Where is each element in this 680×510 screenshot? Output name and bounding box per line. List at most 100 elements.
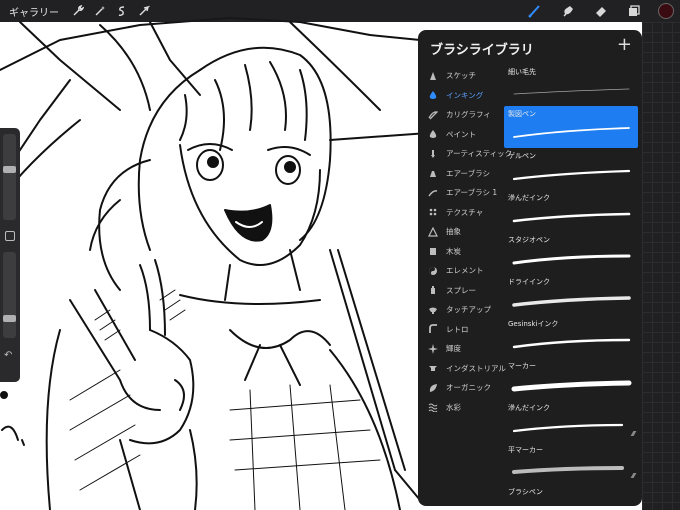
sparkle-icon [428, 343, 438, 354]
brush-stroke-preview [512, 466, 624, 474]
layers-icon[interactable] [617, 0, 650, 22]
brush-category-label: 輝度 [446, 344, 461, 354]
wave-icon [428, 402, 438, 413]
brush-item[interactable]: 平マーカー [504, 442, 638, 484]
brush-library-title: ブラシライブラリ [430, 43, 534, 58]
brush-item[interactable]: 滲んだインク [504, 190, 638, 232]
brush-category-list: スケッチインキングカリグラフィ ペイントアーティスティック エアーブラシ エアーブラシ… [418, 66, 512, 418]
charcoal-icon [428, 246, 438, 256]
brush-category-item[interactable]: エアーブラシ 1 [418, 183, 504, 203]
top-toolbar: ギャラリー [0, 0, 680, 22]
brush-category-item[interactable]: タッチアップ [418, 300, 504, 320]
anvil-icon [428, 363, 438, 373]
wrench-icon[interactable] [67, 0, 89, 22]
brush-category-label: レトロ [446, 324, 469, 334]
brush-stroke-preview [512, 296, 631, 307]
brush-item[interactable]: マーカー [504, 358, 638, 400]
leaf-icon [428, 383, 438, 393]
undo-icon[interactable]: ↶ [4, 350, 12, 361]
brush-category-label: エレメント [446, 266, 484, 276]
selection-icon[interactable] [111, 0, 133, 22]
brush-item[interactable]: ゲルペン [504, 148, 638, 190]
brush-size-thumb[interactable] [3, 165, 16, 173]
brush-size-slider[interactable] [3, 134, 16, 220]
brush-item[interactable]: スタジオペン [504, 232, 638, 274]
brush-category-label: スケッチ [446, 71, 476, 81]
brush-category-item[interactable]: 抽象 [418, 222, 504, 242]
brush-stroke-preview [512, 338, 631, 349]
airbrush-icon [428, 168, 438, 178]
brush-category-item[interactable]: 輝度 [418, 339, 504, 359]
brush-item[interactable]: 滲んだインク [504, 400, 638, 442]
brush-item[interactable]: 細い毛先 [504, 64, 638, 106]
brush-category-label: 抽象 [446, 227, 461, 237]
brush-item[interactable]: 製図ペン [504, 106, 638, 148]
brush-category-item[interactable]: レトロ [418, 320, 504, 340]
brush-category-item[interactable]: エアーブラシ [418, 164, 504, 184]
brush-category-label: インキング [446, 90, 484, 100]
brush-category-item[interactable]: スケッチ [418, 66, 504, 86]
brush-stroke-preview [512, 254, 631, 265]
brush-stroke-preview [512, 169, 631, 181]
brush-list: 細い毛先 製図ペン ゲルペン 滲んだインク スタジオペン ドライインク Gesinskiイン… [504, 64, 638, 506]
brush-category-label: エアーブラシ [446, 168, 490, 178]
brush-item[interactable]: Gesinskiインク [504, 316, 638, 358]
calligraphy-icon [428, 110, 438, 120]
gallery-button[interactable]: ギャラリー [9, 4, 59, 19]
brush-category-item[interactable]: エレメント [418, 261, 504, 281]
brush-category-item[interactable]: アーティスティック [418, 144, 512, 164]
magic-wand-icon[interactable] [89, 0, 111, 22]
retro-icon [428, 324, 438, 334]
right-tools [518, 0, 680, 22]
spray-can-icon [428, 285, 438, 295]
brush-item[interactable]: ブラシペン [504, 484, 638, 506]
brush-category-item[interactable]: ペイント [418, 125, 504, 145]
brush-stroke-preview [512, 212, 631, 223]
brush-stroke-preview [513, 127, 630, 138]
canvas-grid-edge [642, 22, 680, 510]
brush-stroke-preview [511, 380, 632, 392]
brush-item[interactable]: ドライインク [504, 274, 638, 316]
yin-yang-icon [428, 266, 438, 276]
brush-category-label: テクスチャ [446, 207, 484, 217]
current-color-swatch[interactable] [658, 3, 674, 19]
brush-category-item[interactable]: 水彩 [418, 398, 504, 418]
brush-category-item[interactable]: テクスチャ [418, 203, 504, 223]
transform-arrow-icon[interactable] [133, 0, 155, 22]
touchup-icon [428, 305, 438, 315]
brush-category-item[interactable]: スプレー [418, 281, 504, 301]
brush-category-item[interactable]: カリグラフィ [418, 105, 504, 125]
triangle-icon [428, 226, 438, 237]
smudge-icon[interactable] [551, 0, 584, 22]
opacity-slider[interactable] [3, 252, 16, 338]
ink-drop-icon [428, 90, 438, 100]
eraser-icon[interactable] [584, 0, 617, 22]
brush-icon[interactable] [518, 0, 551, 22]
brush-category-label: カリグラフィ [446, 110, 491, 120]
brush-category-item[interactable]: 木炭 [418, 242, 504, 262]
paint-drop-icon [428, 129, 438, 139]
brush-category-label: タッチアップ [446, 305, 491, 315]
opacity-thumb[interactable] [3, 315, 16, 323]
stroke-icon [428, 188, 438, 198]
brush-category-label: インダストリアル [446, 363, 506, 373]
brush-category-item[interactable]: インキング [418, 86, 504, 106]
brush-library-panel: ブラシライブラリ + スケッチインキングカリグラフィ ペイントアーティスティックエ… [418, 30, 642, 506]
texture-icon [428, 207, 438, 217]
brush-stroke-preview [504, 484, 638, 506]
brush-category-label: ペイント [446, 129, 476, 139]
brush-stroke-preview [513, 88, 630, 95]
pencil-tip-icon [428, 71, 438, 81]
brush-category-label: アーティスティック [446, 149, 513, 159]
add-brush-button[interactable]: + [617, 34, 632, 55]
brush-stroke-preview [512, 423, 624, 433]
brush-category-label: オーガニック [446, 383, 491, 393]
brush-category-item[interactable]: インダストリアル [418, 359, 506, 379]
brush-tip-icon [428, 149, 438, 159]
brush-category-label: 木炭 [446, 246, 461, 256]
left-sidebar: ↶ [0, 128, 20, 382]
brush-category-item[interactable]: オーガニック [418, 378, 504, 398]
brush-category-label: 水彩 [446, 402, 461, 412]
brush-category-label: エアーブラシ 1 [446, 188, 498, 198]
modify-square-icon[interactable] [5, 231, 15, 241]
